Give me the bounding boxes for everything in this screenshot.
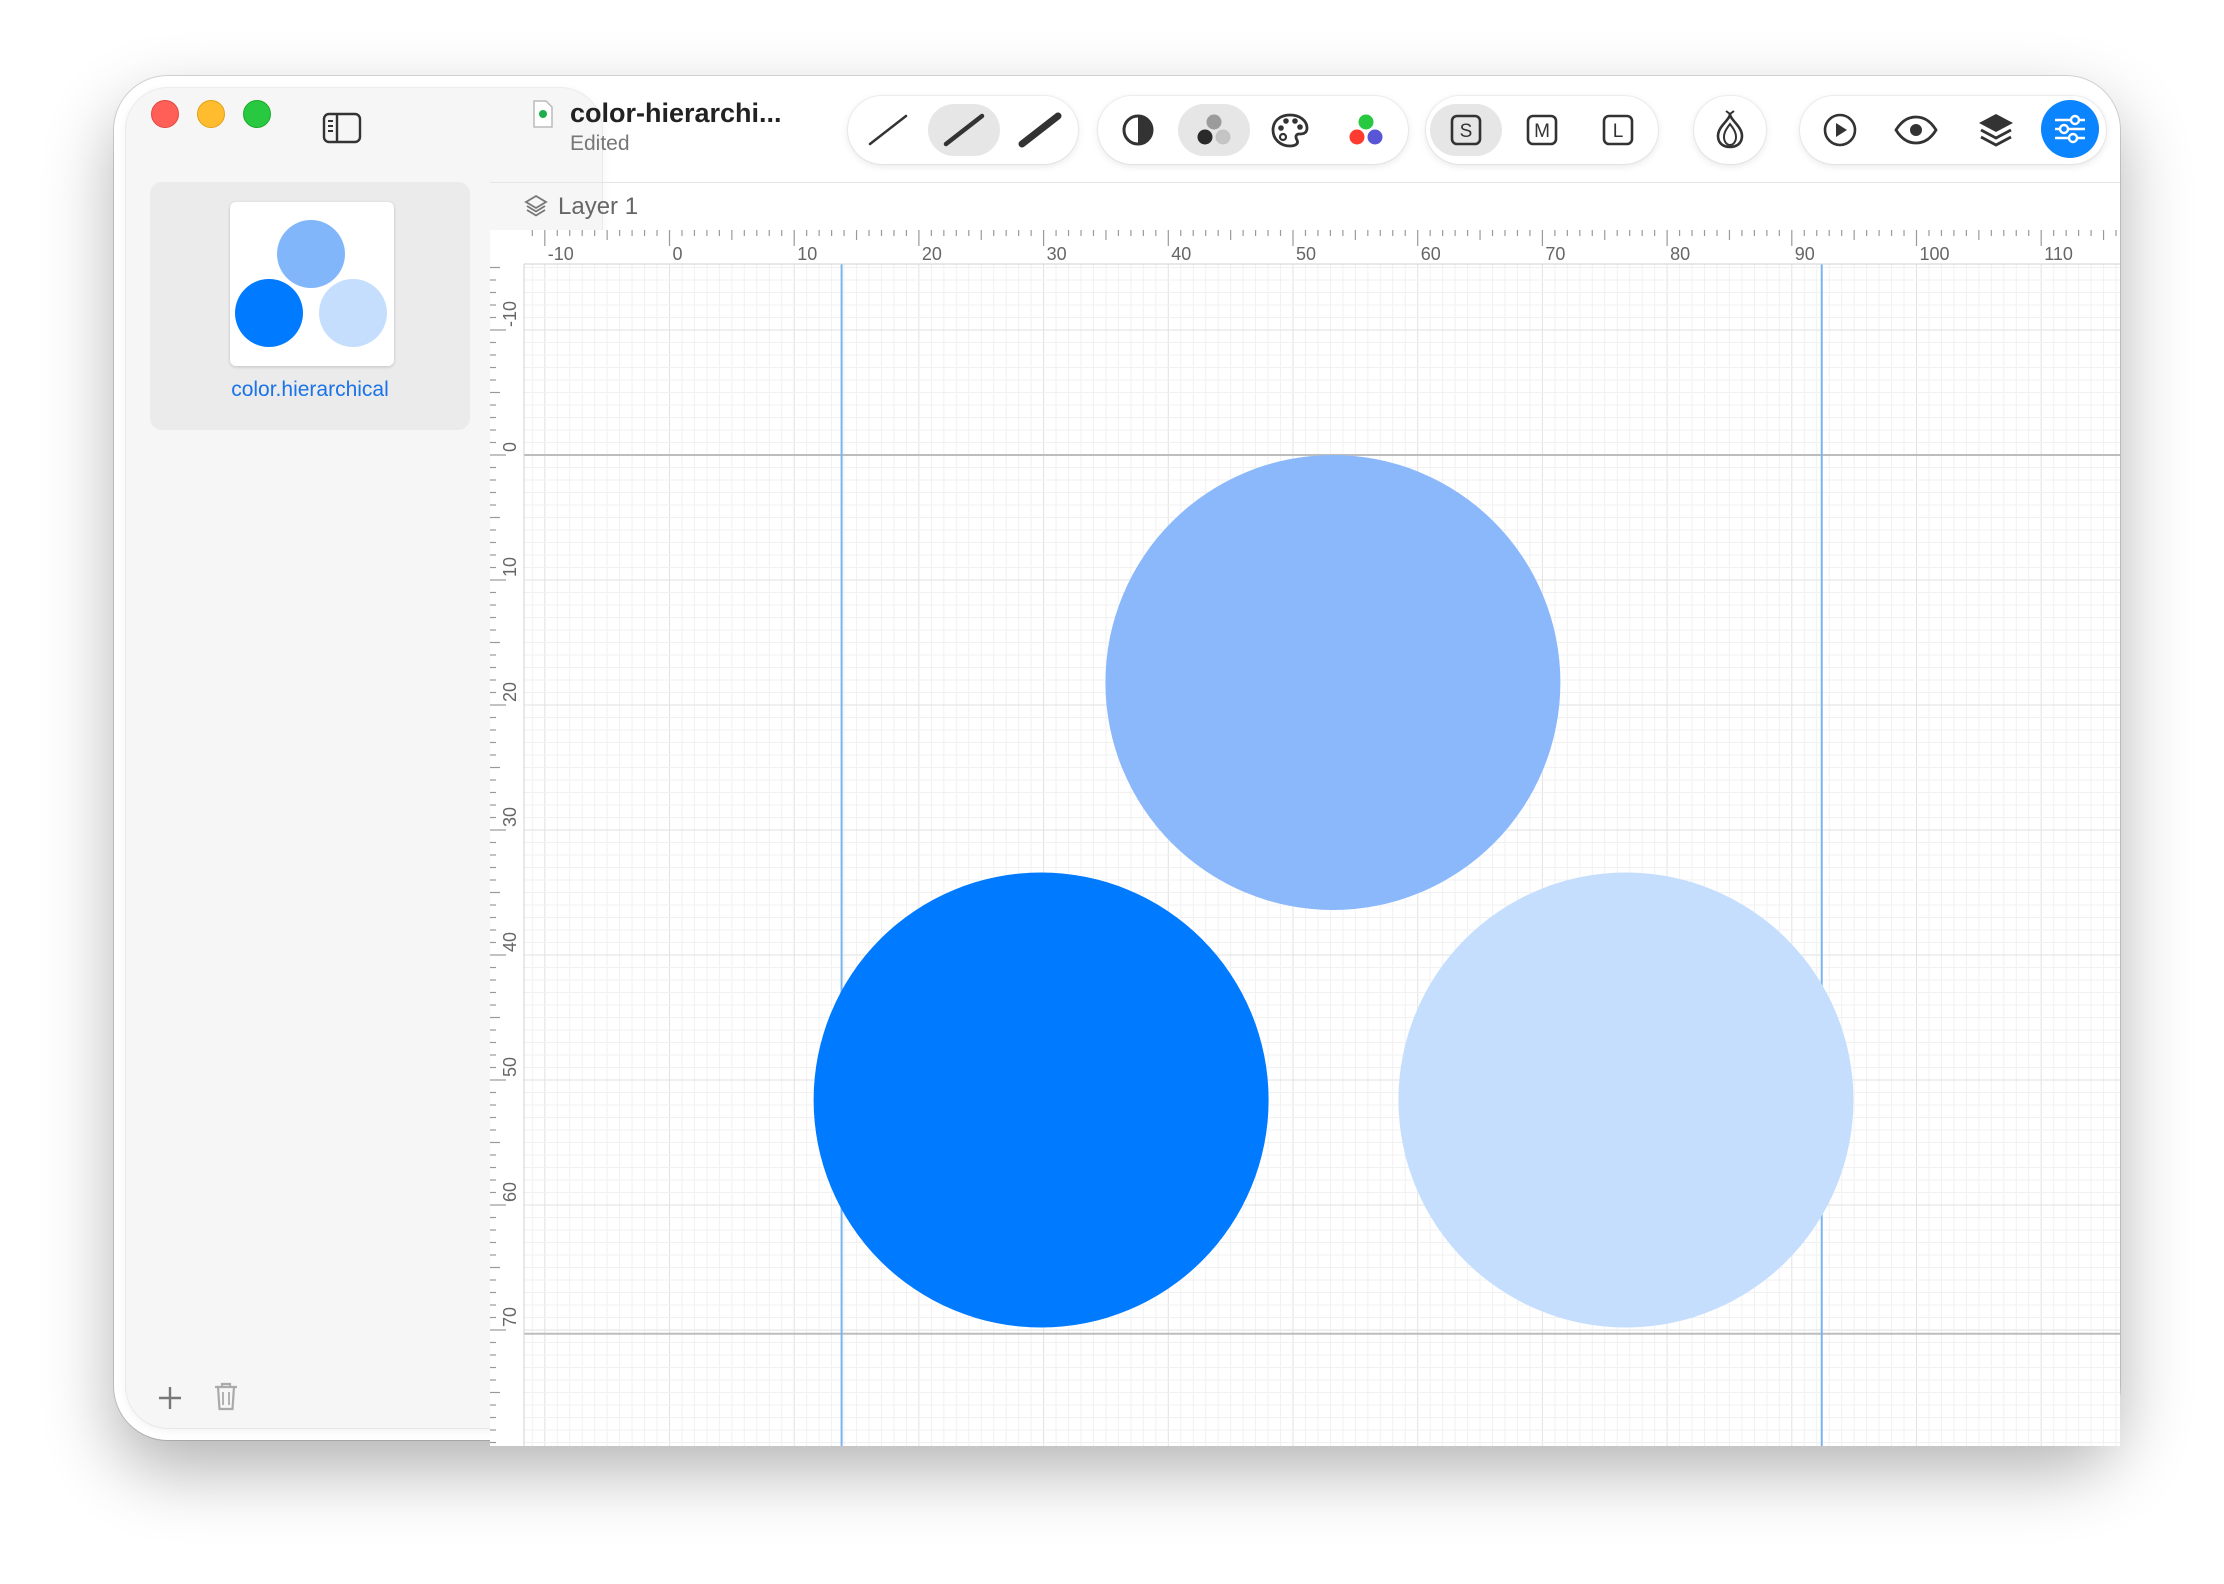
scale-large-button[interactable]: L bbox=[1582, 104, 1654, 156]
ruler-label: 20 bbox=[922, 244, 942, 264]
play-icon bbox=[1823, 113, 1857, 147]
vertical-ruler: -10 0 10 20 30 40 50 60 70 bbox=[490, 230, 525, 1446]
multicolor-icon bbox=[1349, 114, 1383, 145]
scale-large-icon: L bbox=[1602, 114, 1634, 146]
thin-weight-button[interactable] bbox=[852, 104, 924, 156]
bold-weight-icon bbox=[1018, 112, 1062, 148]
ruler-label: 50 bbox=[1296, 244, 1316, 264]
onion-skin-icon bbox=[1716, 110, 1744, 149]
ruler-label: 40 bbox=[500, 932, 520, 952]
inspector-button[interactable] bbox=[2041, 100, 2099, 158]
inspector-icon bbox=[2055, 114, 2085, 144]
add-symbol-icon[interactable] bbox=[156, 1384, 184, 1412]
preview-eye-icon bbox=[1894, 115, 1938, 145]
ruler-label: 80 bbox=[1670, 244, 1690, 264]
ruler-label: 10 bbox=[500, 557, 520, 577]
scale-small-icon: S bbox=[1450, 114, 1482, 146]
ruler-label: 0 bbox=[500, 442, 520, 452]
regular-weight-button[interactable] bbox=[928, 104, 1000, 156]
hierarchical-button[interactable] bbox=[1178, 104, 1250, 156]
onion-skin-button[interactable] bbox=[1694, 104, 1766, 156]
ruler-label: 0 bbox=[673, 244, 683, 264]
document-status: Edited bbox=[570, 132, 630, 155]
svg-text:S: S bbox=[1460, 121, 1473, 142]
document-icon bbox=[533, 100, 553, 128]
trash-icon[interactable] bbox=[212, 1380, 240, 1412]
multicolor-button[interactable] bbox=[1330, 104, 1402, 156]
maximize-window-button[interactable] bbox=[243, 100, 271, 128]
sidebar-toggle-icon[interactable] bbox=[322, 112, 362, 144]
ruler-label: 100 bbox=[1920, 244, 1950, 264]
layer-name[interactable]: Layer 1 bbox=[558, 193, 638, 221]
play-button[interactable] bbox=[1804, 104, 1876, 156]
layer-bar bbox=[490, 182, 2120, 230]
ruler-label: 60 bbox=[1421, 244, 1441, 264]
secondary-layer-circle bbox=[1105, 455, 1561, 910]
ruler-label: 40 bbox=[1171, 244, 1191, 264]
ruler-label: 30 bbox=[1047, 244, 1067, 264]
layer-stack-icon bbox=[524, 194, 548, 217]
symbol-name: color.hierarchical bbox=[231, 378, 389, 401]
ruler-label: 50 bbox=[500, 1057, 520, 1077]
ruler-label: 90 bbox=[1795, 244, 1815, 264]
ruler-label: 60 bbox=[500, 1182, 520, 1202]
ruler-label: -10 bbox=[548, 244, 574, 264]
layers-icon bbox=[1979, 114, 2013, 147]
svg-text:L: L bbox=[1613, 121, 1624, 142]
scale-medium-icon: M bbox=[1526, 114, 1558, 146]
svg-text:M: M bbox=[1534, 121, 1550, 142]
symbol-card[interactable]: color.hierarchical bbox=[150, 182, 470, 430]
symbol-thumbnail bbox=[230, 202, 394, 366]
scale-small-button[interactable]: S bbox=[1430, 104, 1502, 156]
regular-weight-icon bbox=[943, 113, 985, 147]
tertiary-layer-circle bbox=[1398, 872, 1854, 1328]
palette-button[interactable] bbox=[1254, 104, 1326, 156]
ruler-background bbox=[490, 230, 524, 1446]
symbol-preview-icon bbox=[235, 220, 387, 347]
preview-button[interactable] bbox=[1880, 104, 1952, 156]
ruler-label: 70 bbox=[500, 1307, 520, 1327]
thin-weight-icon bbox=[868, 114, 908, 146]
close-window-button[interactable] bbox=[151, 100, 179, 128]
ruler-label: -10 bbox=[500, 301, 520, 327]
ruler-label: 20 bbox=[500, 682, 520, 702]
ruler-label: 70 bbox=[1545, 244, 1565, 264]
horizontal-ruler: -10 0 10 20 30 40 50 60 70 80 90 100 110 bbox=[490, 230, 2120, 265]
document-title: color-hierarchi... bbox=[570, 98, 782, 128]
monochrome-button[interactable] bbox=[1102, 104, 1174, 156]
ruler-label: 110 bbox=[2044, 244, 2073, 264]
bold-weight-button[interactable] bbox=[1004, 104, 1076, 156]
hierarchical-icon bbox=[1197, 114, 1231, 145]
palette-icon bbox=[1271, 113, 1309, 148]
primary-layer-circle bbox=[813, 872, 1269, 1328]
ruler-label: 30 bbox=[500, 807, 520, 827]
ruler-corner bbox=[490, 230, 524, 264]
ruler-label: 10 bbox=[797, 244, 817, 264]
layers-button[interactable] bbox=[1960, 104, 2032, 156]
minimize-window-button[interactable] bbox=[197, 100, 225, 128]
scale-medium-button[interactable]: M bbox=[1506, 104, 1578, 156]
drawing-canvas[interactable]: -10 0 10 20 30 40 50 60 70 80 90 100 110 -10 0 10 20 30 4… bbox=[490, 230, 2120, 1446]
monochrome-icon bbox=[1122, 114, 1154, 146]
